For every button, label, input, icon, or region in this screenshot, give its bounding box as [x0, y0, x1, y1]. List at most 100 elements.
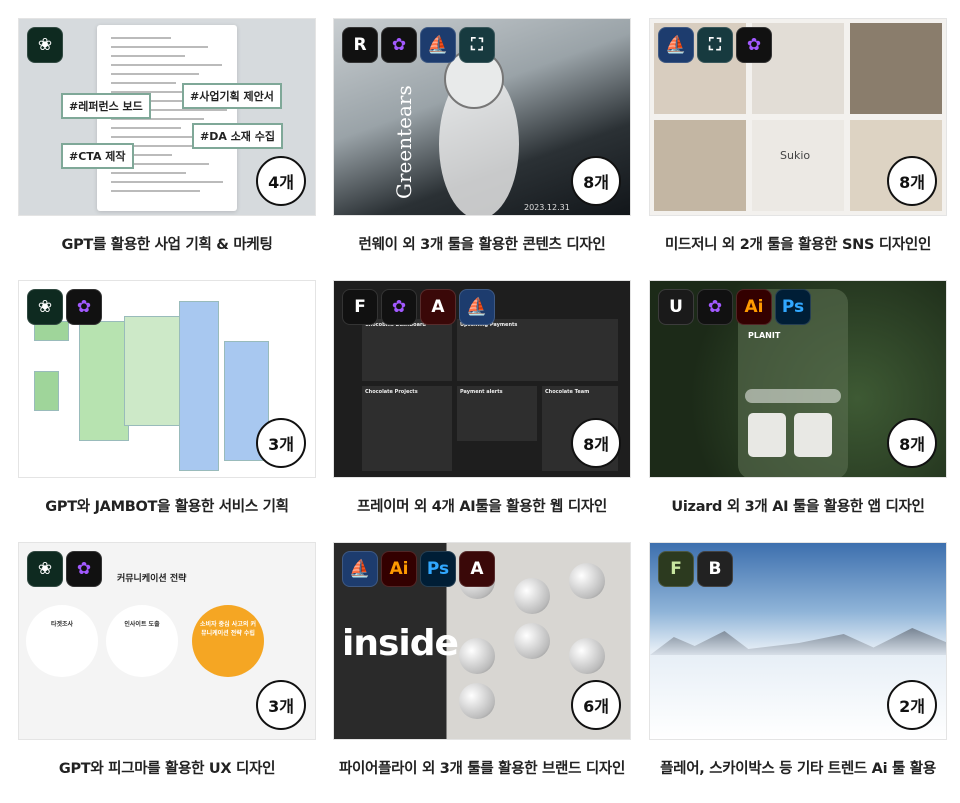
course-card[interactable]: ⛵ Ai Ps Ainside 6개 파이어플라이 외 3개 툴를 활용한 브랜드 디자인 — [333, 542, 631, 778]
tool-icons: FB — [658, 551, 733, 587]
text-line — [111, 37, 171, 39]
course-card[interactable]: F ✿ A ⛵ Chocobills Dashboard Upcoming Payment… — [333, 280, 631, 516]
course-thumbnail[interactable]: ❀ ✿ 커뮤니케이션 전략 타겟조사 인사이트 도출 소비자 중심 사고의 커뮤니케이션 … — [18, 542, 316, 740]
figma-icon: ✿ — [66, 551, 102, 587]
tool-icons: ⛵ Ai Ps A — [342, 551, 495, 587]
lesson-count-badge: 3개 — [256, 680, 306, 730]
text-line — [111, 190, 200, 192]
hashtag-label: #레퍼런스 보드 — [61, 93, 151, 119]
course-title[interactable]: 파이어플라이 외 3개 툴를 활용한 브랜드 디자인 — [333, 757, 631, 778]
tool-icons: R ✿ ⛵ ⛶ — [342, 27, 495, 63]
product-sphere — [459, 683, 495, 719]
midjourney-icon: ⛵ — [342, 551, 378, 587]
course-thumbnail[interactable]: F ✿ A ⛵ Chocobills Dashboard Upcoming Payment… — [333, 280, 631, 478]
text-line — [111, 64, 222, 66]
plant-card — [748, 413, 786, 457]
course-title[interactable]: 프레이머 외 4개 AI툴을 활용한 웹 디자인 — [333, 495, 631, 516]
figma-icon: ✿ — [697, 289, 733, 325]
chatgpt-icon: ❀ — [27, 27, 63, 63]
concept-circle: 타겟조사 — [26, 605, 98, 677]
framer-icon: F — [342, 289, 378, 325]
course-card[interactable]: F B 2개플레어, 스카이박스 등 기타 트렌드 Ai 툴 활용 — [649, 542, 947, 778]
slide-title: 커뮤니케이션 전략 — [117, 574, 187, 584]
course-thumbnail[interactable]: ❀ #레퍼런스 보드 #사업기획 제안서 #DA 소재 수집 #CTA 제작 4개 — [18, 18, 316, 216]
brand-wordmark: inside — [342, 623, 459, 664]
dashboard-panel: Upcoming Payments — [457, 319, 618, 381]
course-card[interactable]: ❀ #레퍼런스 보드 #사업기획 제안서 #DA 소재 수집 #CTA 제작 4개 GPT를… — [18, 18, 316, 254]
course-title[interactable]: GPT와 JAMBOT을 활용한 서비스 기획 — [18, 495, 316, 516]
illustrator-icon: Ai — [736, 289, 772, 325]
lesson-count-badge: 8개 — [887, 418, 937, 468]
firefly-icon: A — [420, 289, 456, 325]
firefly-icon: A — [459, 551, 495, 587]
tool-icons: ⛵ ⛶ ✿ — [658, 27, 772, 63]
lesson-count-badge: 4개 — [256, 156, 306, 206]
course-title[interactable]: Uizard 외 3개 AI 툴을 활용한 앱 디자인 — [649, 495, 947, 516]
text-line — [111, 46, 208, 48]
hashtag-label: #DA 소재 수집 — [192, 123, 283, 149]
dashboard-panel: Chocolate Projects — [362, 386, 452, 471]
tool-icons: U ✿ Ai Ps — [658, 289, 811, 325]
search-bar — [745, 389, 841, 403]
product-sphere — [459, 638, 495, 674]
poster-title: Greentears — [392, 85, 416, 199]
photo-tile — [752, 120, 844, 211]
lesson-count-badge: 8개 — [887, 156, 937, 206]
photo-tile — [850, 23, 942, 114]
text-line — [111, 172, 186, 174]
figma-icon: ✿ — [381, 27, 417, 63]
lesson-count-badge: 6개 — [571, 680, 621, 730]
plant-card — [794, 413, 832, 457]
tool-icons: F ✿ A ⛵ — [342, 289, 495, 325]
course-title[interactable]: 미드저니 외 2개 툴을 활용한 SNS 디자인인 — [649, 233, 947, 254]
course-thumbnail[interactable]: ⛵ Ai Ps Ainside 6개 — [333, 542, 631, 740]
midjourney-icon: ⛵ — [459, 289, 495, 325]
course-card[interactable]: ⛵ ⛶ ✿ Sukio 8개미드저니 외 2개 툴을 활용한 SNS 디자인인 — [649, 18, 947, 254]
course-thumbnail[interactable]: F B 2개 — [649, 542, 947, 740]
lesson-count-badge: 8개 — [571, 418, 621, 468]
text-line — [111, 127, 181, 129]
flow-box — [79, 321, 129, 441]
tool-icons: ❀ ✿ — [27, 289, 102, 325]
flow-box — [124, 316, 184, 426]
course-title[interactable]: 플레어, 스카이박스 등 기타 트렌드 Ai 툴 활용 — [649, 757, 947, 778]
chatgpt-icon: ❀ — [27, 551, 63, 587]
course-thumbnail[interactable]: ❀ ✿ 3개 — [18, 280, 316, 478]
course-card[interactable]: R ✿ ⛵ ⛶ Greentears 2023.12.31 8개런웨이 외 3개 툴을 활용… — [333, 18, 631, 254]
illustrator-icon: Ai — [381, 551, 417, 587]
runway-icon: R — [342, 27, 378, 63]
clipdrop-icon: ⛶ — [459, 27, 495, 63]
flow-box — [34, 371, 59, 411]
figma-icon: ✿ — [736, 27, 772, 63]
mountain-range — [650, 628, 946, 655]
text-line — [111, 181, 223, 183]
photo-tile — [654, 120, 746, 211]
course-card[interactable]: ❀ ✿ 커뮤니케이션 전략 타겟조사 인사이트 도출 소비자 중심 사고의 커뮤니케이션 … — [18, 542, 316, 778]
uizard-icon: U — [658, 289, 694, 325]
product-sphere — [514, 623, 550, 659]
course-title[interactable]: GPT와 피그마를 활용한 UX 디자인 — [18, 757, 316, 778]
lesson-count-badge: 8개 — [571, 156, 621, 206]
course-card[interactable]: U ✿ Ai Ps PLANIT 8개 Uizard 외 3개 AI 툴을 활용한 앱 디자… — [649, 280, 947, 516]
dashboard-panel: Payment alerts — [457, 386, 537, 441]
course-thumbnail[interactable]: R ✿ ⛵ ⛶ Greentears 2023.12.31 8개 — [333, 18, 631, 216]
course-card[interactable]: ❀ ✿ 3개 GPT와 JAMBOT을 활용한 서비스 기획 — [18, 280, 316, 516]
lesson-count-badge: 2개 — [887, 680, 937, 730]
text-line — [111, 55, 185, 57]
course-title[interactable]: GPT를 활용한 사업 기획 & 마케팅 — [18, 233, 316, 254]
course-thumbnail[interactable]: U ✿ Ai Ps PLANIT 8개 — [649, 280, 947, 478]
midjourney-icon: ⛵ — [658, 27, 694, 63]
course-thumbnail[interactable]: ⛵ ⛶ ✿ Sukio 8개 — [649, 18, 947, 216]
dashboard-panel: Chocobills Dashboard — [362, 319, 452, 381]
lesson-count-badge: 3개 — [256, 418, 306, 468]
poster-date: 2023.12.31 — [524, 203, 570, 212]
tool-icons: ❀ — [27, 27, 63, 63]
figma-icon: ✿ — [66, 289, 102, 325]
brand-text: Sukio — [780, 149, 811, 162]
course-title[interactable]: 런웨이 외 3개 툴을 활용한 콘텐츠 디자인 — [333, 233, 631, 254]
text-line — [111, 82, 176, 84]
concept-circle: 소비자 중심 사고의 커뮤니케이션 전략 수립 — [192, 605, 264, 677]
blockade-icon: B — [697, 551, 733, 587]
product-sphere — [569, 563, 605, 599]
tool-icons: ❀ ✿ — [27, 551, 102, 587]
